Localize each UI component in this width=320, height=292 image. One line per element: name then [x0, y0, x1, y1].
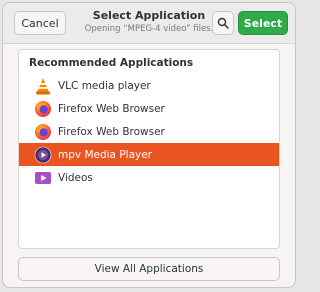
list-item-firefox[interactable]: Firefox Web Browser: [19, 97, 279, 120]
cancel-button[interactable]: Cancel: [14, 11, 66, 35]
header-bar: Cancel Select Application Opening “MPEG-…: [3, 3, 295, 44]
vlc-icon: [34, 77, 52, 95]
list-item-label: Firefox Web Browser: [58, 125, 165, 138]
list-item-mpv[interactable]: mpv Media Player: [19, 143, 279, 166]
list-item-vlc[interactable]: VLC media player: [19, 74, 279, 97]
list-item-label: VLC media player: [58, 79, 151, 92]
app-chooser-dialog: Cancel Select Application Opening “MPEG-…: [2, 2, 296, 288]
firefox-icon: [34, 123, 52, 141]
view-all-applications-button[interactable]: View All Applications: [18, 257, 280, 281]
list-item-firefox[interactable]: Firefox Web Browser: [19, 120, 279, 143]
section-title: Recommended Applications: [29, 57, 194, 69]
search-button[interactable]: [212, 11, 234, 35]
dialog-title: Select Application: [92, 9, 206, 22]
list-item-label: mpv Media Player: [58, 148, 152, 161]
videos-icon: [34, 169, 52, 187]
mpv-icon: [34, 146, 52, 164]
search-icon: [217, 17, 229, 29]
dialog-subtitle: Opening “MPEG-4 video” files.: [84, 24, 214, 34]
list-item-label: Firefox Web Browser: [58, 102, 165, 115]
select-button[interactable]: Select: [238, 11, 288, 35]
list-item-label: Videos: [58, 171, 93, 184]
list-item-videos[interactable]: Videos: [19, 166, 279, 189]
application-list: Recommended Applications VLC media playe…: [18, 49, 280, 249]
firefox-icon: [34, 100, 52, 118]
